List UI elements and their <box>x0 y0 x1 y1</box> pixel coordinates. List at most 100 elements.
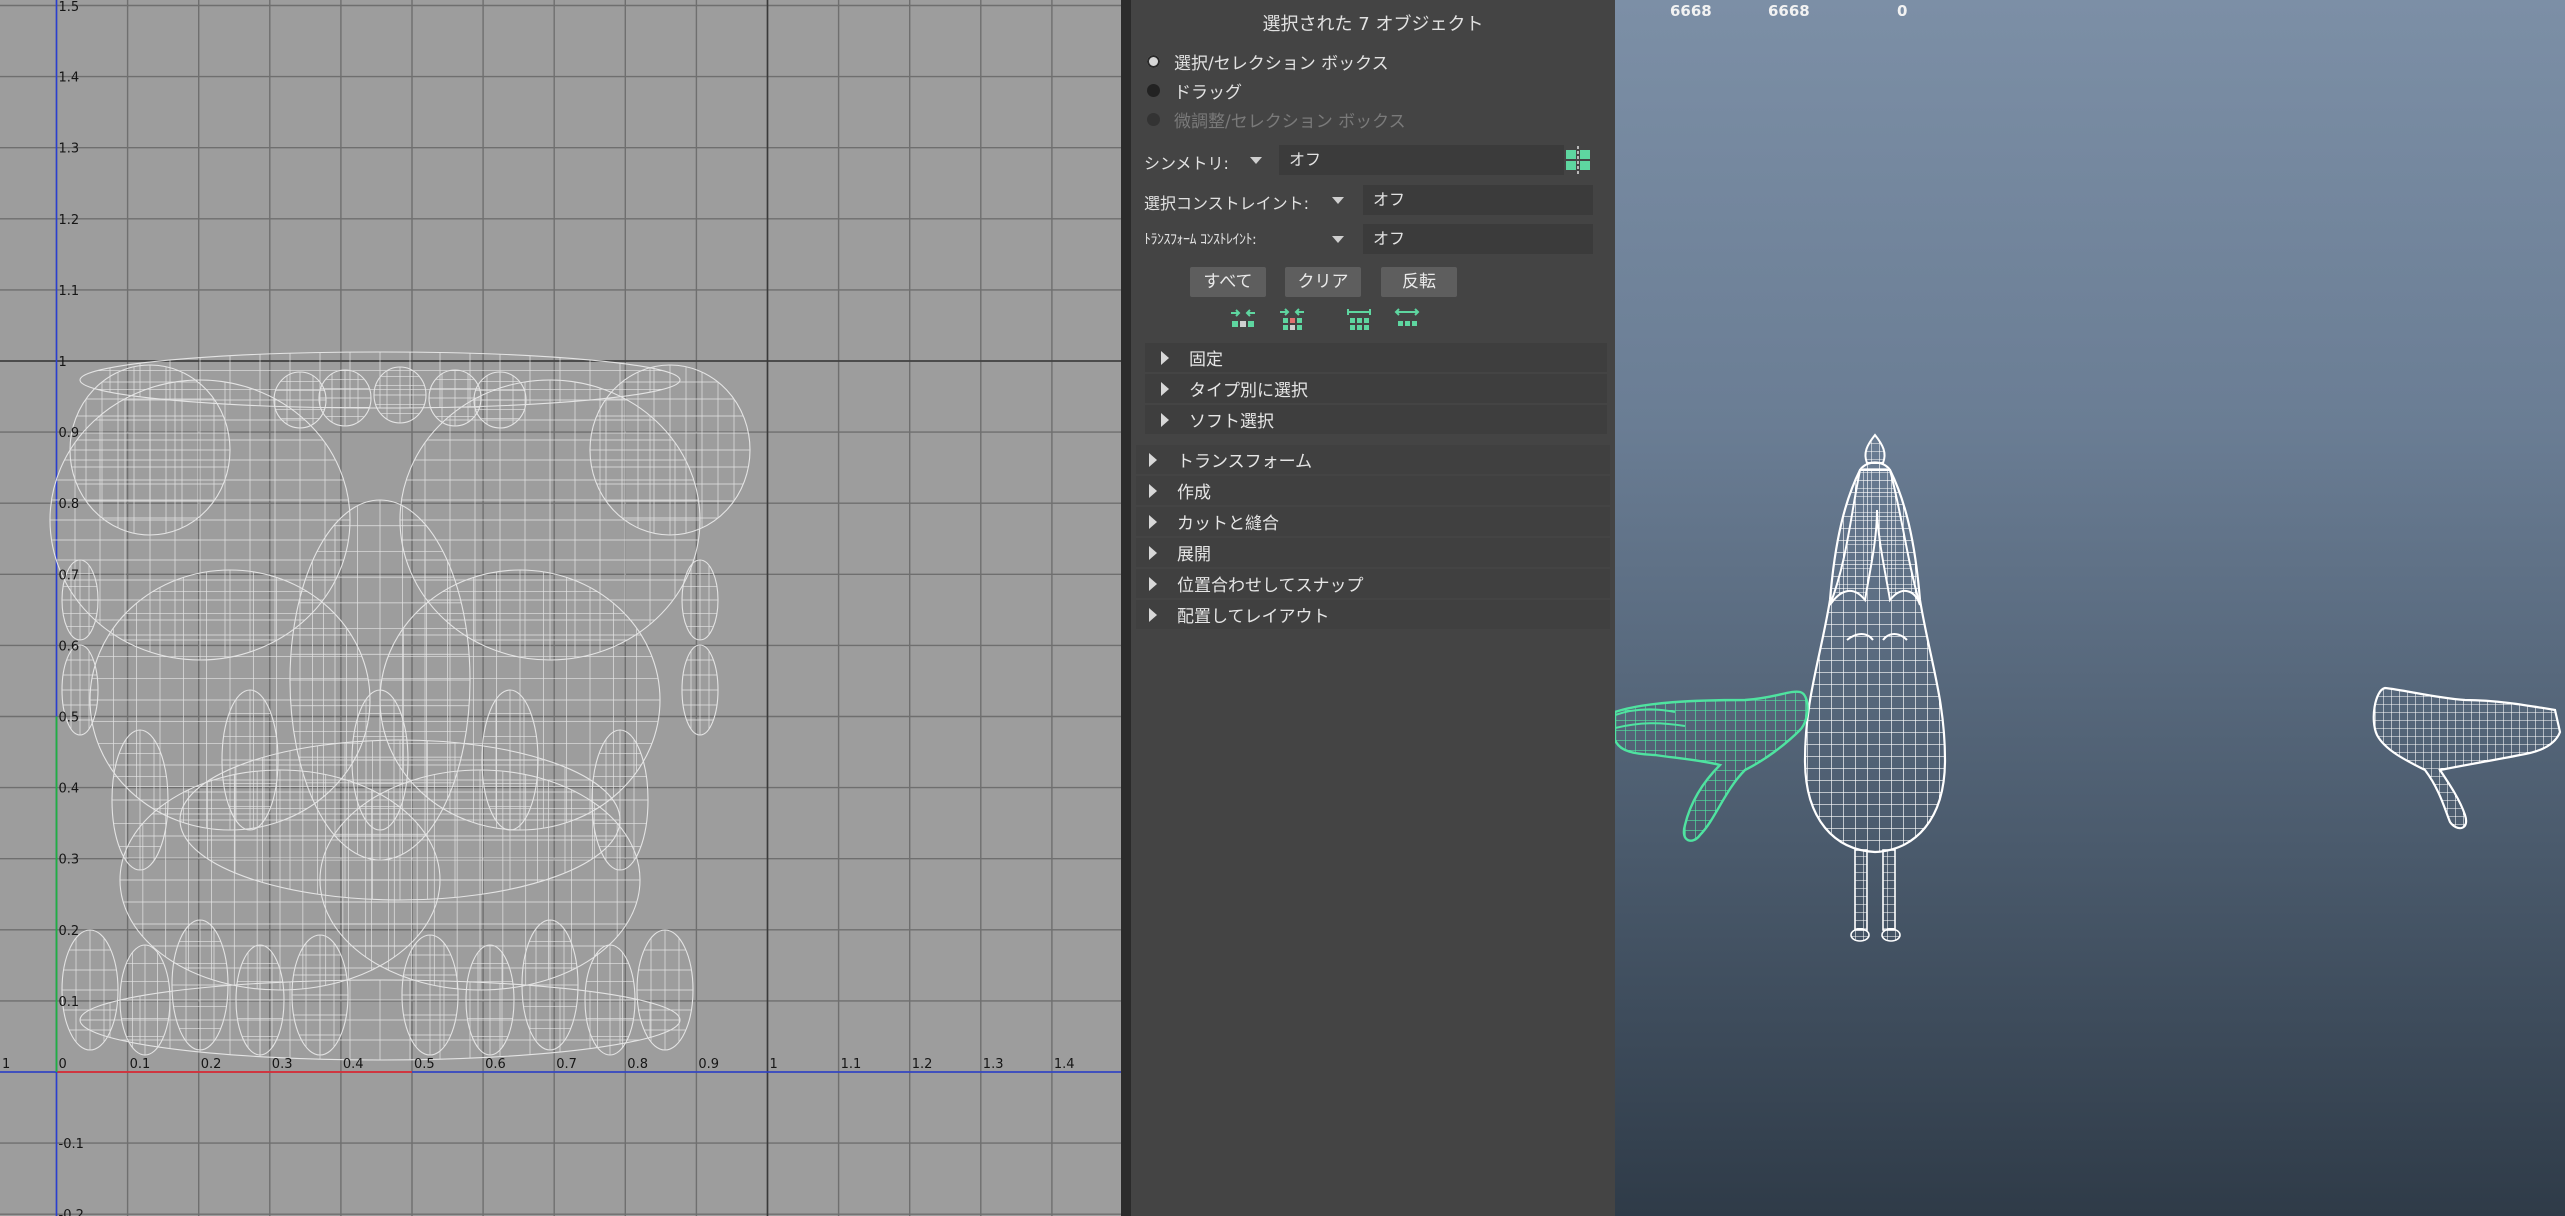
eggplant-character-mesh[interactable] <box>1803 433 1947 942</box>
section-cut-and-sew[interactable]: カットと縫合 <box>1136 507 1610 536</box>
invert-button[interactable]: 反転 <box>1381 267 1457 297</box>
section-pin[interactable]: 固定 <box>1145 343 1607 372</box>
uv-grid[interactable]: 1 0 0.1 0.2 0.3 0.4 0.5 0.6 0.7 0.8 0.9 1 1.1 1.2 1.3 1… <box>0 0 1121 1216</box>
u-tick-label: 0.7 <box>556 1057 577 1072</box>
uv-shell[interactable] <box>79 979 681 1061</box>
radio-tweak-select-box: 微調整/セレクション ボックス <box>1147 107 1406 132</box>
u-tick-label: 0.6 <box>485 1057 506 1072</box>
u-tick-label: 0.3 <box>272 1057 293 1072</box>
transform-constraint-dropdown-icon[interactable] <box>1332 236 1344 243</box>
symmetry-label: シンメトリ: <box>1144 154 1229 173</box>
clear-button[interactable]: クリア <box>1285 267 1361 297</box>
uv-shell[interactable] <box>481 689 539 831</box>
section-create[interactable]: 作成 <box>1136 476 1610 505</box>
uv-shell[interactable] <box>401 934 459 1056</box>
uv-shell[interactable] <box>69 364 231 536</box>
uv-shell[interactable] <box>351 689 409 831</box>
u-tick-label: 1 <box>770 1057 778 1072</box>
expand-arrow-icon <box>1161 412 1169 427</box>
u-tick-label: 0.9 <box>698 1057 719 1072</box>
uv-shell[interactable] <box>111 729 169 871</box>
v-tick-label: 1.3 <box>59 142 80 157</box>
section-label: カットと縫合 <box>1177 514 1279 534</box>
transform-constraint-field[interactable]: オフ <box>1363 224 1593 254</box>
uv-shell[interactable] <box>589 364 751 536</box>
grow-selection-icon[interactable] <box>1228 307 1258 333</box>
v-tick-label: 0.3 <box>59 853 80 868</box>
v-tick-label: 1.1 <box>59 284 80 299</box>
select-edge-loop-icon[interactable] <box>1392 307 1422 333</box>
radio-label: 選択/セレクション ボックス <box>1174 53 1389 74</box>
section-soft-select[interactable]: ソフト選択 <box>1145 405 1607 434</box>
u-tick-label: 1.3 <box>983 1057 1004 1072</box>
left-hand-mesh-selected[interactable] <box>1615 690 1809 842</box>
v-tick-label: 1.4 <box>59 71 80 86</box>
u-tick-label: 1.4 <box>1054 1057 1075 1072</box>
v-tick-label: 1.5 <box>59 0 80 15</box>
v-tick-label: 0.7 <box>59 568 80 583</box>
section-transform[interactable]: トランスフォーム <box>1136 445 1610 474</box>
section-unfold[interactable]: 展開 <box>1136 538 1610 567</box>
section-arrange-and-layout[interactable]: 配置してレイアウト <box>1136 600 1610 629</box>
section-label: ソフト選択 <box>1189 412 1274 432</box>
radio-select-box[interactable]: 選択/セレクション ボックス <box>1147 49 1389 74</box>
uv-shell[interactable] <box>399 379 701 661</box>
u-tick-label: 1.1 <box>841 1057 862 1072</box>
expand-arrow-icon <box>1149 452 1157 467</box>
panel-divider[interactable] <box>1121 0 1131 1216</box>
symmetry-field[interactable]: オフ <box>1279 145 1564 175</box>
radio-indicator <box>1147 112 1160 126</box>
3d-viewport[interactable]: 6668 6668 0 <box>1615 0 2565 1216</box>
radio-drag[interactable]: ドラッグ <box>1147 78 1242 103</box>
selection-constraint-field[interactable]: オフ <box>1363 185 1593 215</box>
section-label: タイプ別に選択 <box>1189 381 1308 401</box>
shrink-selection-icon[interactable] <box>1277 307 1307 333</box>
uv-shell[interactable] <box>273 371 327 429</box>
section-label: 固定 <box>1189 350 1223 370</box>
uv-shell[interactable] <box>49 379 351 661</box>
uv-shell[interactable] <box>681 644 719 736</box>
uv-shell[interactable] <box>89 569 371 831</box>
uv-shell[interactable] <box>591 729 649 871</box>
u-tick-label: 0 <box>59 1057 67 1072</box>
expand-arrow-icon <box>1149 576 1157 591</box>
radio-indicator[interactable] <box>1147 54 1160 68</box>
uv-shell[interactable] <box>379 569 661 831</box>
select-all-button[interactable]: すべて <box>1190 267 1266 297</box>
section-label: トランスフォーム <box>1177 452 1313 472</box>
u-tick-label: 0.1 <box>130 1057 151 1072</box>
v-tick-label: 1 <box>59 355 67 370</box>
select-shell-border-icon[interactable] <box>1344 307 1374 333</box>
radio-label: ドラッグ <box>1174 82 1242 103</box>
expand-arrow-icon <box>1161 381 1169 396</box>
u-tick-label: 0.5 <box>414 1057 435 1072</box>
expand-arrow-icon <box>1149 514 1157 529</box>
v-tick-label: 0.1 <box>59 995 80 1010</box>
u-tick-label: 0.8 <box>627 1057 648 1072</box>
section-align-and-snap[interactable]: 位置合わせしてスナップ <box>1136 569 1610 598</box>
uv-shell[interactable] <box>79 351 681 409</box>
selection-constraint-dropdown-icon[interactable] <box>1332 197 1344 204</box>
u-tick-label: 0.4 <box>343 1057 364 1072</box>
uv-shell[interactable] <box>373 366 427 424</box>
symmetry-settings-icon[interactable] <box>1564 146 1592 174</box>
symmetry-dropdown-icon[interactable] <box>1250 157 1262 164</box>
v-tick-label: 0.9 <box>59 426 80 441</box>
uv-editor[interactable]: 1 0 0.1 0.2 0.3 0.4 0.5 0.6 0.7 0.8 0.9 1 1.1 1.2 1.3 1… <box>0 0 1121 1216</box>
section-label: 位置合わせしてスナップ <box>1177 576 1364 596</box>
expand-arrow-icon <box>1149 607 1157 622</box>
uv-shell[interactable] <box>221 689 279 831</box>
radio-label: 微調整/セレクション ボックス <box>1174 111 1406 132</box>
radio-indicator[interactable] <box>1147 83 1160 97</box>
section-select-by-type[interactable]: タイプ別に選択 <box>1145 374 1607 403</box>
right-hand-mesh[interactable] <box>2372 686 2562 830</box>
uv-shell[interactable] <box>61 929 119 1051</box>
uv-shell[interactable] <box>318 369 372 427</box>
expand-arrow-icon <box>1149 545 1157 560</box>
u-tick-label: 1.2 <box>912 1057 933 1072</box>
v-tick-label: 0.6 <box>59 639 80 654</box>
v-tick-label: 0.2 <box>59 924 80 939</box>
uv-shell[interactable] <box>681 559 719 641</box>
uv-shell[interactable] <box>428 369 482 427</box>
v-tick-label: -0.1 <box>59 1137 84 1152</box>
